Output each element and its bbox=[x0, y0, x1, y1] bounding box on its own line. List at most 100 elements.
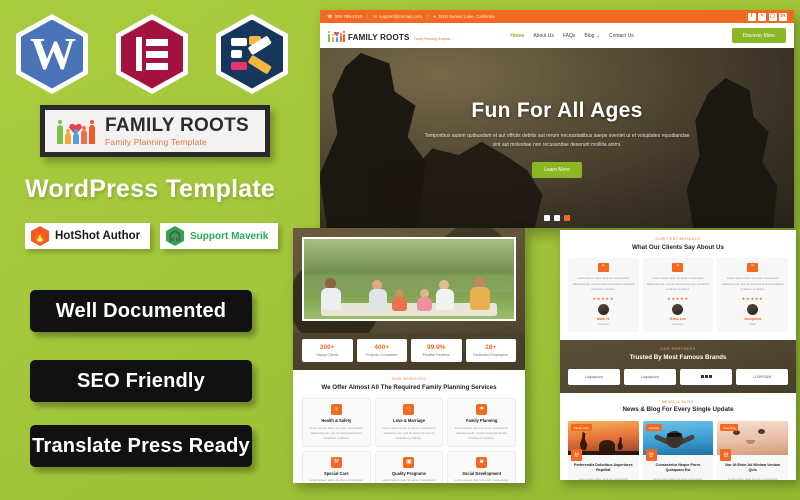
topbar-address: ● 3100 Sunset Lane, California bbox=[433, 14, 494, 19]
blog-image-swimming-child: Lifestyle 18 Jan bbox=[642, 421, 714, 462]
blog-card[interactable]: Parenting 24 Jan Nor Ut Enim Ad Minima V… bbox=[717, 421, 788, 480]
elementor-badge bbox=[116, 14, 188, 94]
avatar bbox=[597, 303, 609, 315]
nav-link-blog[interactable]: Blog ⌄ bbox=[584, 33, 600, 39]
nav-link-about-us[interactable]: About Us bbox=[533, 33, 554, 39]
family-roots-logo-icon bbox=[55, 114, 97, 148]
testimonials-grid: “ Lorem ipsum dolor sit amet, consectetu… bbox=[568, 258, 788, 333]
navbar-links: Home About Us FAQs Blog ⌄ Contact Us bbox=[510, 33, 633, 39]
topbar-phone-text: 000-789-4519 bbox=[334, 14, 362, 19]
feature-pill-translate-press-ready: Translate Press Ready bbox=[30, 425, 252, 467]
testimonial-text: Lorem ipsum dolor sit amet, consectetur … bbox=[721, 276, 784, 291]
learn-more-button[interactable]: Learn More bbox=[532, 161, 582, 178]
brands-section: Our Partners Trusted By Most Famous Bran… bbox=[560, 340, 796, 393]
feature-pill-well-documented: Well Documented bbox=[30, 290, 252, 332]
carousel-dot-2[interactable] bbox=[554, 215, 560, 221]
testimonial-text: Lorem ipsum dolor sit amet, consectetur … bbox=[646, 276, 710, 291]
support-maverik-badge[interactable]: 🎧 Support Maverik bbox=[160, 223, 279, 249]
blog-kicker: News & Blog bbox=[662, 399, 694, 404]
linkedin-icon[interactable]: in bbox=[779, 12, 787, 21]
service-name: Quality Programs bbox=[391, 470, 427, 476]
wordpress-glyph: W bbox=[30, 28, 76, 79]
blog-date: 18 Jan bbox=[645, 449, 657, 462]
family-roots-logo-icon bbox=[328, 29, 346, 43]
blog-title: News & Blog For Every Single Update bbox=[622, 406, 734, 414]
feature-label: SEO Friendly bbox=[77, 369, 205, 392]
stat-card: 99.9% Positive Reviews bbox=[411, 339, 462, 362]
brand-name: LOGIPSUM bbox=[752, 374, 772, 379]
promo-logo-plaque: FAMILY ROOTS Family Planning Template bbox=[40, 105, 270, 157]
carousel-dot-1[interactable] bbox=[544, 215, 550, 221]
blog-post-desc: Lorem ipsum dolor sit amet, consectetur … bbox=[653, 476, 703, 480]
brands-grid: Logoipsum Logoipsum LOGIPSUM bbox=[568, 368, 788, 385]
brand-dots-icon bbox=[700, 375, 712, 379]
blog-post-title: Perferendis Doloribus Asperiores Repella… bbox=[573, 463, 633, 473]
x-twitter-icon[interactable]: × bbox=[758, 12, 766, 21]
elementor-glyph bbox=[136, 37, 168, 71]
carousel-dot-3-active[interactable] bbox=[564, 215, 570, 221]
service-name: Special Care bbox=[324, 470, 349, 476]
hotshot-author-label: HotShot Author bbox=[55, 230, 141, 242]
phone-icon: ☎ bbox=[327, 13, 333, 19]
feature-label: Translate Press Ready bbox=[32, 434, 250, 457]
testimonial-card: “ Lorem ipsum dolor sit amet, consectetu… bbox=[717, 258, 788, 333]
hotshot-author-badge[interactable]: 🔥 HotShot Author bbox=[25, 223, 151, 249]
feature-pill-seo-friendly: SEO Friendly bbox=[30, 360, 252, 402]
topbar-email-text: support@domain.com bbox=[379, 14, 423, 19]
nav-link-faqs[interactable]: FAQs bbox=[563, 33, 576, 39]
quote-icon: “ bbox=[597, 263, 609, 273]
promo-logo-title: FAMILY ROOTS bbox=[105, 114, 250, 136]
blog-card[interactable]: Family Care 12 Jan Perferendis Doloribus… bbox=[568, 421, 639, 480]
testimonial-card: “ Lorem ipsum dolor sit amet, consectetu… bbox=[642, 258, 714, 333]
services-section: Our Services We Offer Almost All The Req… bbox=[293, 370, 525, 483]
star-rating: ★★★★★ bbox=[667, 295, 689, 301]
service-card[interactable]: ▣ Quality Programs Lorem ipsum dolor sit… bbox=[374, 450, 444, 483]
family-icon: ☂ bbox=[476, 404, 488, 416]
wordpress-icon: W bbox=[21, 19, 83, 89]
facebook-icon[interactable]: f bbox=[747, 12, 756, 21]
care-icon: ⚒ bbox=[330, 456, 342, 468]
star-rating: ★★★★★ bbox=[592, 295, 615, 301]
blog-post-title: Nor Ut Enim Ad Minima Veniam Quis bbox=[725, 463, 781, 473]
service-card[interactable]: ☂ Family Planning Lorem ipsum dolor sit … bbox=[447, 398, 516, 447]
brand-logo: Logoipsum bbox=[568, 368, 620, 385]
testimonial-role: CEO bbox=[749, 322, 756, 327]
service-card[interactable]: ♡ Love & Marriage Lorem ipsum dolor sit … bbox=[374, 398, 444, 447]
service-card[interactable]: ☻ Social Development Lorem ipsum dolor s… bbox=[447, 450, 516, 483]
quote-icon: “ bbox=[747, 263, 759, 273]
service-name: Social Development bbox=[462, 470, 502, 476]
blog-card[interactable]: Lifestyle 18 Jan Consectetur Neque Porro… bbox=[642, 421, 714, 480]
service-desc: Lorem ipsum dolor sit amet, consectetur … bbox=[382, 425, 436, 440]
testimonial-name: Rose Lee bbox=[670, 317, 686, 322]
nav-link-home[interactable]: Home bbox=[510, 33, 524, 39]
headset-icon: 🎧 bbox=[166, 226, 184, 246]
testimonial-role: Manager bbox=[672, 322, 684, 327]
star-rating: ★★★★★ bbox=[741, 295, 764, 301]
blog-section: News & Blog News & Blog For Every Single… bbox=[560, 392, 796, 480]
blog-post-desc: Lorem ipsum dolor sit amet, consectetur … bbox=[727, 476, 778, 480]
topbar-divider: | bbox=[427, 13, 429, 20]
brand-name: Logoipsum bbox=[584, 374, 604, 379]
topbar-phone[interactable]: ☎ 000-789-4519 bbox=[327, 14, 362, 20]
hero-title: Fun For All Ages bbox=[471, 98, 643, 122]
instagram-icon[interactable]: ▢ bbox=[768, 12, 777, 21]
hero-carousel-dots bbox=[544, 215, 570, 221]
discover-more-button[interactable]: Discover More bbox=[731, 28, 786, 43]
stat-card: 400+ Projects Completed bbox=[356, 339, 407, 362]
blog-tag: Parenting bbox=[720, 424, 739, 432]
topbar-email[interactable]: ✉ support@domain.com bbox=[373, 14, 422, 20]
service-desc: Lorem ipsum dolor sit amet, consectetur … bbox=[309, 425, 363, 440]
service-desc: Lorem ipsum dolor sit amet, consectetur … bbox=[309, 478, 363, 483]
blog-post-desc: Lorem ipsum dolor sit amet, consectetur … bbox=[578, 476, 629, 480]
services-title: We Offer Almost All The Required Family … bbox=[321, 383, 497, 391]
nav-link-contact-us[interactable]: Contact Us bbox=[609, 33, 634, 39]
service-card[interactable]: ⚕ Health & Safety Lorem ipsum dolor sit … bbox=[302, 398, 371, 447]
service-desc: Lorem ipsum dolor sit amet, consectetur … bbox=[382, 478, 436, 483]
navbar-logo[interactable]: FAMILY ROOTS Family Planning Template bbox=[328, 28, 450, 44]
elementskit-glyph bbox=[231, 35, 273, 75]
services-screenshot-mockup: 200+ Happy Clients 400+ Projects Complet… bbox=[293, 228, 525, 483]
hero-subtitle: Temporibus autem quibusdam et aut offici… bbox=[424, 132, 690, 149]
testimonial-card: “ Lorem ipsum dolor sit amet, consectetu… bbox=[568, 258, 639, 333]
service-card[interactable]: ⚒ Special Care Lorem ipsum dolor sit ame… bbox=[302, 450, 371, 483]
stat-value: 400+ bbox=[374, 344, 390, 351]
